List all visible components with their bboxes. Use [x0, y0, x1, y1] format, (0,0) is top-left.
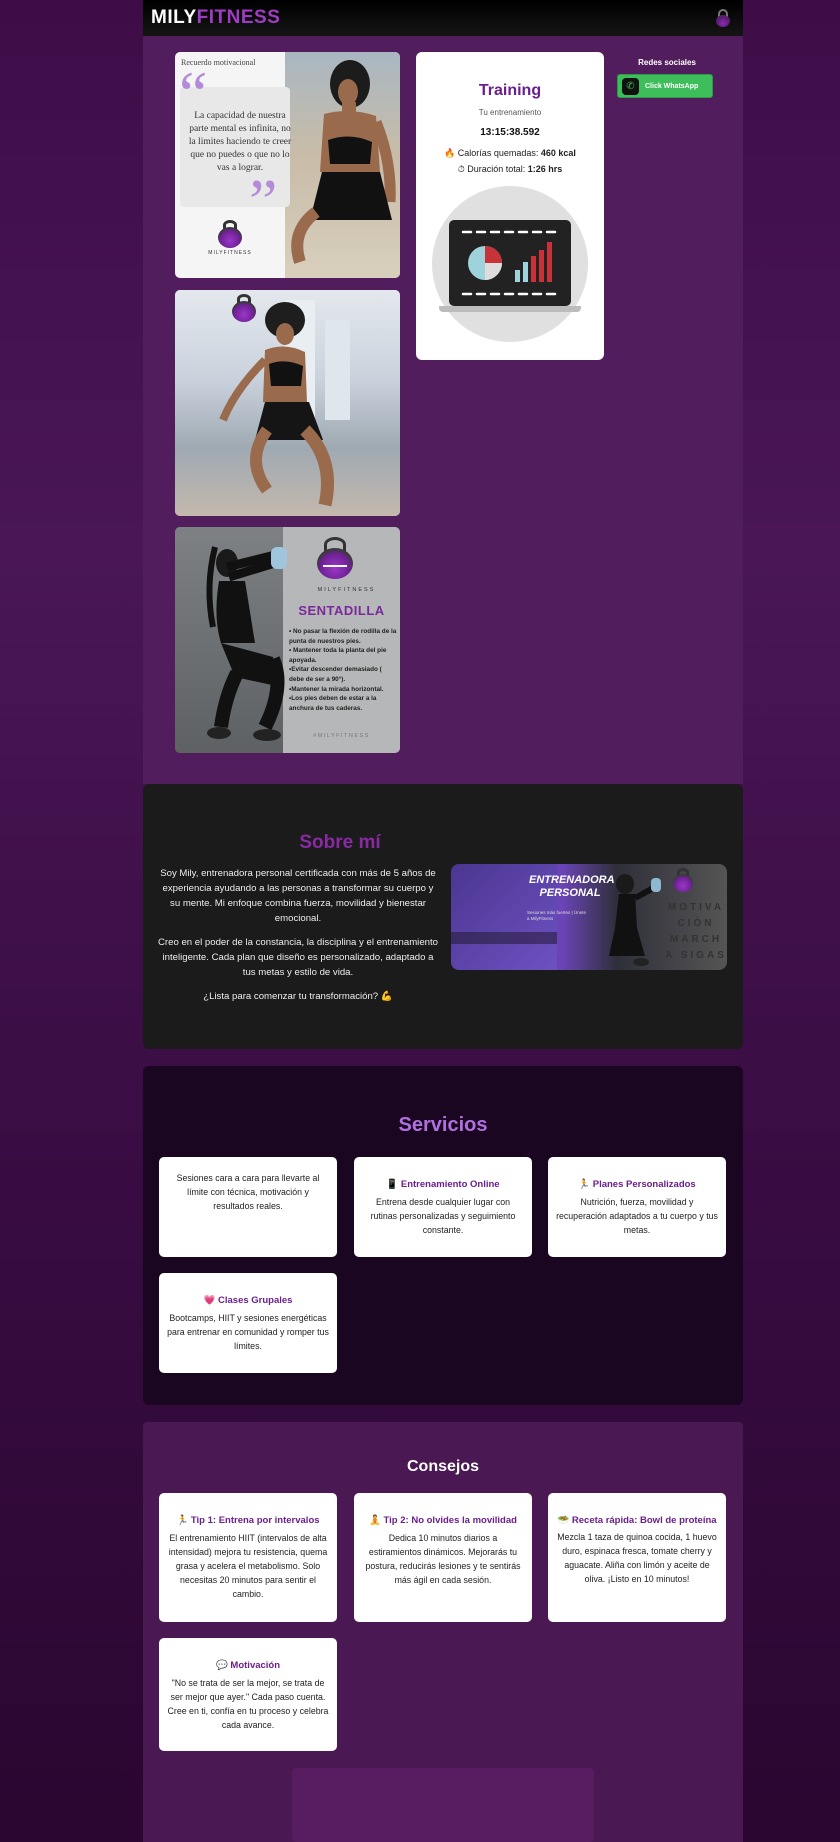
laptop-screen: [449, 220, 571, 306]
tip-card[interactable]: 🥗 Receta rápida: Bowl de proteína Mezcla…: [548, 1493, 726, 1622]
service-card[interactable]: 💗 Clases Grupales Bootcamps, HIIT y sesi…: [159, 1273, 337, 1373]
brand-badge: [219, 294, 269, 322]
calories-stat: 🔥 Calorías quemadas: 460 kcal: [416, 148, 604, 159]
tip-title: 🧘 Tip 2: No olvides la movilidad: [369, 1515, 517, 1526]
banner-side-text: MOTIVACIÓN MARCHA SIGAS: [665, 902, 727, 961]
social-title: Redes sociales: [638, 58, 696, 67]
quote-text: La capacidad de nuestra parte mental es …: [188, 111, 292, 173]
tip-desc: El entrenamiento HIIT (intervalos de alt…: [168, 1533, 328, 1599]
banner-title-line1: ENTRENADORA: [529, 874, 615, 886]
logo-part-mily: MILY: [151, 7, 197, 28]
whatsapp-button[interactable]: ✆ Click WhatsApp: [617, 74, 713, 98]
services-title: Servicios: [398, 1114, 488, 1136]
social-links: Redes sociales ✆ Click WhatsApp: [617, 58, 717, 98]
trainer-banner-image: ENTRENADORA PERSONAL Sesiones más fuerte…: [451, 864, 727, 970]
training-title: Training: [478, 82, 542, 99]
tip-title: 💬 Motivación: [215, 1660, 281, 1671]
tip-desc: Dedica 10 minutos diarios a estiramiento…: [365, 1533, 521, 1585]
site-logo[interactable]: MILYFITNESS: [151, 7, 280, 29]
kettlebell-icon: [315, 537, 355, 579]
about-title: Sobre mí: [299, 832, 381, 853]
banner-title-line2: PERSONAL: [539, 887, 601, 899]
banner-small-text: Sesiones más fuertes | Únete a MilyFitne…: [527, 910, 586, 921]
tip-desc: Mezcla 1 taza de quinoa cocida, 1 huevo …: [557, 1532, 717, 1584]
laptop-stats-illustration: [432, 186, 588, 342]
about-section: Sobre mí Soy Mily, entrenadora personal …: [143, 784, 743, 1049]
squat-tips-image: MILYFITNESS SENTADILLA • No pasar la fle…: [175, 527, 400, 753]
tip-title: 🏃 Tip 1: Entrena por intervalos: [176, 1515, 320, 1526]
woman-photo: [609, 874, 661, 966]
squat-brand: MILYFITNESS: [317, 587, 376, 593]
logo-part-fitness: FITNESS: [196, 7, 281, 28]
services-section: Servicios Sesiones cara a cara para llev…: [143, 1066, 743, 1405]
duration-value: 1:26 hrs: [527, 164, 563, 174]
tip-card[interactable]: 🧘 Tip 2: No olvides la movilidad Dedica …: [354, 1493, 532, 1622]
brand-badge: MILYFITNESS: [205, 220, 255, 256]
about-paragraph: ¿Lista para comenzar tu transformación? …: [203, 991, 393, 1002]
kettlebell-icon: [672, 868, 694, 892]
woman-photo: [291, 60, 396, 264]
about-paragraph: Soy Mily, entrenadora personal certifica…: [160, 868, 436, 924]
duration-stat: ⏱ Duración total: 1:26 hrs: [416, 164, 604, 175]
service-title: 💗 Clases Grupales: [203, 1295, 293, 1306]
squat-hashtag: #MILYFITNESS: [313, 733, 370, 739]
training-subtitle: Tu entrenamiento: [478, 108, 542, 117]
whatsapp-label: Click WhatsApp: [645, 82, 699, 90]
top-navbar: MILYFITNESS: [143, 0, 743, 36]
woman-photo: [206, 546, 287, 741]
kettlebell-icon[interactable]: [715, 9, 731, 27]
training-card: Training Tu entrenamiento 13:15:38.592 🔥…: [416, 52, 604, 360]
calories-value: 460 kcal: [540, 148, 576, 158]
faded-image-preview: [292, 1768, 594, 1842]
calories-label: 🔥 Calorías quemadas:: [444, 148, 541, 158]
tip-title: 🥗 Receta rápida: Bowl de proteína: [557, 1515, 717, 1526]
squat-tip: •Mantener la mirada horizontal.: [289, 685, 384, 693]
tip-card[interactable]: 🏃 Tip 1: Entrena por intervalos El entre…: [159, 1493, 337, 1622]
tip-desc: "No se trata de ser la mejor, se trata d…: [167, 1678, 329, 1730]
kettlebell-icon: [217, 220, 243, 248]
duration-label: ⏱ Duración total:: [457, 164, 528, 174]
about-text: Soy Mily, entrenadora personal certifica…: [157, 866, 439, 1013]
squat-tips: • No pasar la flexión de rodilla de la p…: [289, 627, 397, 713]
workout-photo-lunge: [175, 290, 400, 516]
kettlebell-icon: [231, 294, 257, 322]
training-timer: 13:15:38.592: [480, 127, 540, 138]
brand-label: MILYFITNESS: [208, 250, 252, 256]
brand-badge: [315, 537, 355, 579]
brand-badge: [671, 868, 695, 892]
service-card[interactable]: Sesiones cara a cara para llevarte al lí…: [159, 1157, 337, 1257]
tips-title: Consejos: [406, 1458, 479, 1475]
whatsapp-icon: ✆: [622, 77, 639, 95]
service-title: 🏃 Planes Personalizados: [578, 1179, 696, 1190]
woman-photo: [219, 302, 334, 507]
squat-title: SENTADILLA: [298, 603, 385, 618]
laptop-base: [439, 306, 581, 312]
squat-tip: •Evitar descender demasiado ( debe de se…: [289, 666, 382, 683]
squat-tip: • No pasar la flexión de rodilla de la p…: [289, 628, 397, 645]
service-desc: Nutrición, fuerza, movilidad y recuperac…: [556, 1197, 718, 1235]
service-card[interactable]: 📱 Entrenamiento Online Entrena desde cua…: [354, 1157, 532, 1257]
squat-tip: •Los pies deben de estar a la anchura de…: [289, 695, 377, 712]
motivational-quote-image: Recuerdo motivacional “ ” La capacidad d…: [175, 52, 400, 278]
squat-tip: • Mantener toda la planta del pie apoyad…: [289, 647, 387, 664]
service-title: 📱 Entrenamiento Online: [386, 1179, 500, 1190]
tip-card[interactable]: 💬 Motivación "No se trata de ser la mejo…: [159, 1638, 337, 1751]
service-desc: Sesiones cara a cara para llevarte al lí…: [176, 1173, 320, 1211]
service-desc: Bootcamps, HIIT y sesiones energéticas p…: [167, 1313, 329, 1351]
about-paragraph: Creo en el poder de la constancia, la di…: [158, 937, 438, 978]
service-card[interactable]: 🏃 Planes Personalizados Nutrición, fuerz…: [548, 1157, 726, 1257]
service-desc: Entrena desde cualquier lugar con rutina…: [370, 1197, 516, 1235]
